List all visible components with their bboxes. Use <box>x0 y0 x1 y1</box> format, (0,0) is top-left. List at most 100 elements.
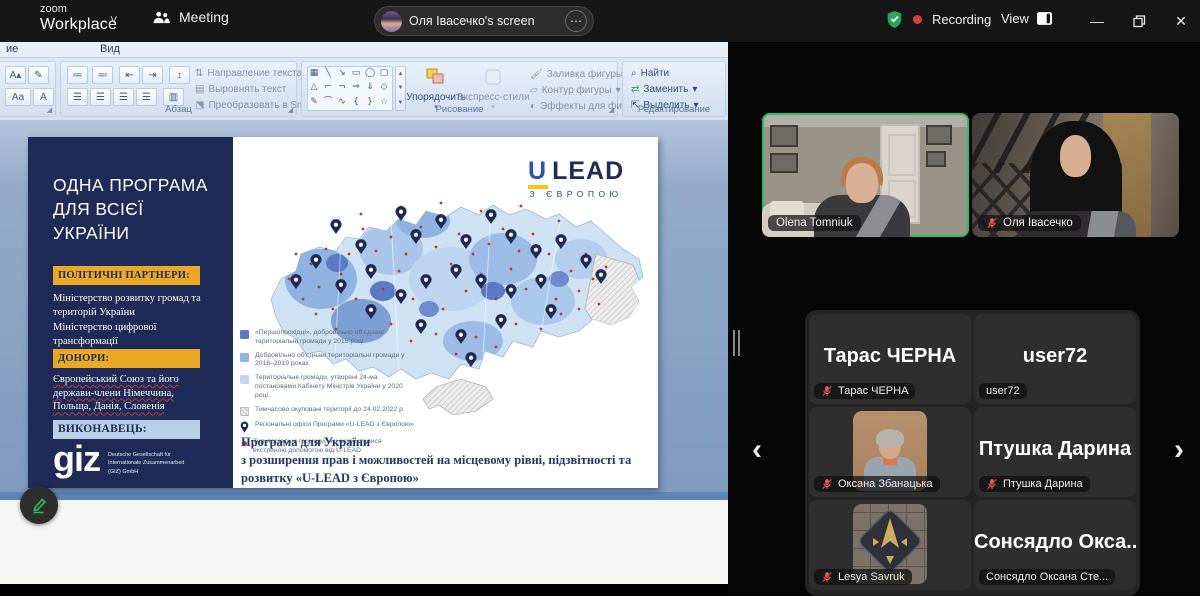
bullets-button[interactable]: ≔ <box>67 66 88 84</box>
paragraph-group-label: Абзац <box>61 104 296 116</box>
partners-heading: ПОЛІТИЧНІ ПАРТНЕРИ: <box>53 266 200 285</box>
legend-item: Добровільно об'єднані територіальні гром… <box>240 352 415 370</box>
shape-triangle-icon[interactable]: △ <box>308 81 320 94</box>
title-bar: zoom Workplace ˅ Meeting Оля Івасечко's … <box>0 0 1200 42</box>
presentation-slide: ОДНА ПРОГРАМА ДЛЯ ВСІЄЇ УКРАЇНИ ПОЛІТИЧН… <box>28 137 658 488</box>
restore-button[interactable] <box>1124 8 1154 34</box>
shared-screen-content: ие Вид А▴ ✎ Аа А ◢ ≔ ≕ ⇤ ⇥ ↕ ☰ ☰ ☰ <box>0 42 728 596</box>
close-button[interactable]: ✕ <box>1166 8 1196 34</box>
shape-line-icon[interactable]: ╲ <box>322 67 334 80</box>
quick-styles-icon <box>483 67 503 87</box>
video-panel: Olena Tomniuk Оля Івасечко Тарас ЧЕРНА <box>728 42 1200 596</box>
participant-nametag: Птушка Дарина <box>979 476 1090 492</box>
editing-group-label: Редактирование <box>623 104 725 116</box>
more-options-icon[interactable]: ⋯ <box>565 10 587 32</box>
line-spacing-button[interactable]: ↕ <box>169 66 190 84</box>
meeting-label: Meeting <box>179 9 229 25</box>
shape-diamond-icon[interactable]: ◇ <box>378 81 390 94</box>
shape-down-arrow-icon[interactable]: ⇓ <box>364 81 376 94</box>
legend-swatch-lightblue <box>240 375 249 384</box>
slide-area-bottom-band <box>0 492 728 500</box>
avatar <box>381 11 402 32</box>
shape-elbow-arrow-icon[interactable]: ¬ <box>336 81 348 94</box>
replace-icon: ⇄ <box>631 84 639 95</box>
font-group: А▴ ✎ Аа А ◢ <box>0 61 56 117</box>
shared-screen-pill[interactable]: Оля Івасечко's screen ⋯ <box>374 6 594 36</box>
find-button[interactable]: ⌕ Найти <box>631 68 669 79</box>
mic-off-icon <box>986 478 998 490</box>
minimize-button[interactable]: — <box>1082 8 1112 34</box>
shape-frame-icon[interactable]: ▦ <box>308 67 320 80</box>
mic-off-icon <box>821 385 833 397</box>
legend-item: «Першопрохідці», добровільно об'єднані т… <box>240 329 415 347</box>
video-tile-olena[interactable]: Olena Tomniuk <box>762 113 969 237</box>
chevron-down-icon[interactable]: ˅ <box>110 12 118 27</box>
align-text-button[interactable]: ▤ Выровнять текст <box>195 84 286 95</box>
participant-tile-sonsiadlo[interactable]: Сонсядло Окса... Сонсядло Оксана Сте... <box>974 500 1136 590</box>
shape-arrow-icon[interactable]: ↘ <box>336 67 348 80</box>
text-direction-button[interactable]: ⇅ Направление текста <box>195 68 302 79</box>
participant-tile-ptushka[interactable]: Птушка Дарина Птушка Дарина <box>974 407 1136 497</box>
replace-button[interactable]: ⇄ Заменить ▾ <box>631 84 697 95</box>
paragraph-group: ≔ ≕ ⇤ ⇥ ↕ ☰ ☰ ☰ ☰ ▥ ⇅ Направление текста… <box>60 61 297 117</box>
grow-font-button[interactable]: А▴ <box>5 66 26 84</box>
pencil-icon <box>29 495 49 515</box>
recording-indicator: Recording <box>886 10 991 29</box>
executor-heading: ВИКОНАВЕЦЬ: <box>53 420 200 439</box>
security-shield-icon[interactable] <box>886 10 903 29</box>
shape-right-arrow-icon[interactable]: ⇒ <box>350 81 362 94</box>
participant-tile-user72[interactable]: user72 user72 <box>974 314 1136 404</box>
brand-zoom: zoom <box>40 4 117 15</box>
participant-tile-oksana[interactable]: Оксана Збанацька <box>809 407 971 497</box>
scroll-down-icon[interactable]: ▼ <box>398 85 404 91</box>
giz-wordmark: giz <box>53 445 100 474</box>
gallery-prev-button[interactable]: ‹ <box>744 434 770 468</box>
legend-swatch-occupied <box>240 407 249 416</box>
picture-frame <box>770 125 798 147</box>
shape-outline-button[interactable]: ▱ Контур фигуры ▾ <box>530 85 621 96</box>
shape-oval-icon[interactable]: ◯ <box>364 67 376 80</box>
recording-label: Recording <box>932 12 991 27</box>
participant-nametag: user72 <box>979 383 1027 399</box>
slide-footer-text: Програма для України з розширення прав і… <box>241 433 649 487</box>
zoom-workplace-logo: zoom Workplace <box>40 4 117 33</box>
video-nametag: Оля Івасечко <box>978 215 1081 231</box>
scroll-up-icon[interactable]: ▲ <box>398 71 404 77</box>
shape-rectangle-icon[interactable]: ▭ <box>350 67 362 80</box>
legend-item: Регіональні офіси Програми «U-LEAD з Євр… <box>240 421 415 433</box>
slide-left-panel: ОДНА ПРОГРАМА ДЛЯ ВСІЄЇ УКРАЇНИ ПОЛІТИЧН… <box>28 137 233 488</box>
mic-off-icon <box>821 571 833 583</box>
shape-elbow-icon[interactable]: ⌐ <box>322 81 334 94</box>
shape-rounded-rect-icon[interactable]: ▢ <box>378 67 390 80</box>
area-below-slide <box>0 500 728 584</box>
legend-item: Територіальні громади, утворені 24-ма по… <box>240 374 415 400</box>
panel-resize-handle[interactable] <box>733 330 740 356</box>
mic-off-icon <box>986 217 998 229</box>
find-icon: ⌕ <box>631 68 637 79</box>
footer-line2: з розширення прав і можливостей на місце… <box>241 451 649 487</box>
increase-indent-button[interactable]: ⇥ <box>142 66 163 84</box>
tab-partial[interactable]: ие <box>6 43 18 55</box>
participant-tile-taras[interactable]: Тарас ЧЕРНА Тарас ЧЕРНА <box>809 314 971 404</box>
decrease-indent-button[interactable]: ⇤ <box>119 66 140 84</box>
align-text-icon: ▤ <box>195 84 204 95</box>
picture-frame <box>926 151 946 167</box>
map-pin-icon <box>240 421 249 433</box>
annotate-button[interactable] <box>20 486 58 524</box>
gallery-next-button[interactable]: › <box>1166 434 1192 468</box>
participants-gallery: Тарас ЧЕРНА Тарас ЧЕРНА user72 user72 <box>805 310 1140 596</box>
shape-fill-button[interactable]: 🖌 Заливка фигуры ▾ <box>530 69 632 80</box>
brand-workplace: Workplace <box>40 17 117 33</box>
donors-text: Європейський Союз та його держави-члени … <box>53 373 208 414</box>
participant-tile-lesya[interactable]: Lesya Savruk <box>809 500 971 590</box>
view-button[interactable]: View <box>1001 11 1052 26</box>
shared-screen-label: Оля Івасечко's screen <box>409 14 558 28</box>
dropdown-arrow-icon: ▾ <box>692 84 697 95</box>
legend-swatch-midblue <box>240 353 249 362</box>
numbering-button[interactable]: ≕ <box>92 66 113 84</box>
video-tile-olia[interactable]: Оля Івасечко <box>972 113 1179 237</box>
tab-view[interactable]: Вид <box>100 43 120 55</box>
tab-meeting[interactable]: Meeting <box>152 9 229 25</box>
person-face <box>846 163 878 203</box>
clear-format-button[interactable]: ✎ <box>28 66 49 84</box>
